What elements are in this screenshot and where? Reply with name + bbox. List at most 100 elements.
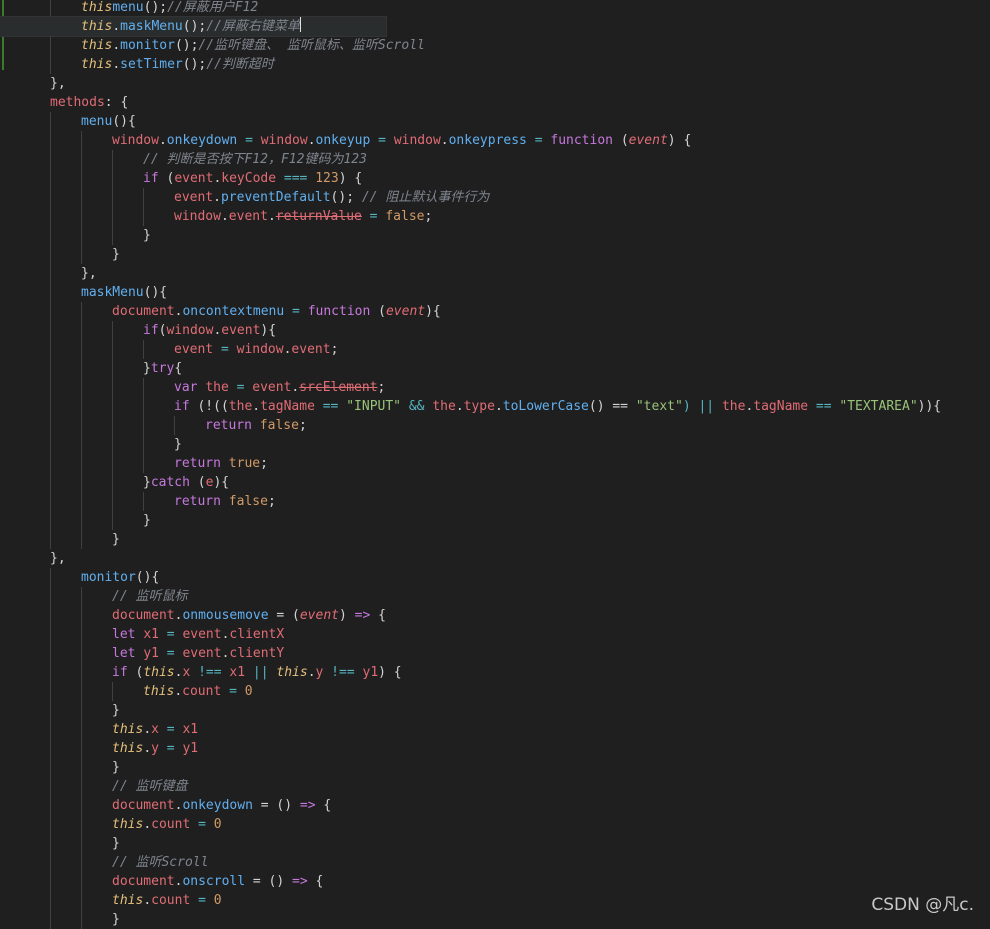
code-token: clientY [229,646,285,661]
code-token: }, [81,266,97,281]
code-line[interactable]: if(window.event){ [0,321,276,340]
code-token: type [463,399,495,414]
code-token: window [112,133,159,148]
code-line[interactable]: methods: { [0,93,128,112]
code-token: !== [190,665,230,680]
code-token: === [276,171,316,186]
code-token: event [291,342,331,357]
code-token: = [284,304,308,319]
watermark: CSDN @凡c. [871,895,974,915]
code-line[interactable]: } [0,910,120,929]
code-line[interactable]: this.monitor();//监听键盘、 监听鼠标、监听Scroll [0,36,425,55]
code-token: } [143,361,151,376]
code-line[interactable]: this.setTimer();//判断超时 [0,55,274,74]
code-token: ) { [667,133,692,148]
code-line[interactable]: if (event.keyCode === 123) { [0,169,362,188]
code-line[interactable]: event.preventDefault(); // 阻止默认事件行为 [0,188,489,207]
code-token: (){ [135,570,160,585]
code-line[interactable]: monitor(){ [0,568,159,587]
code-line[interactable]: return false; [0,492,276,511]
code-token: ){ [260,323,277,338]
code-token: () == [588,399,636,414]
code-token: setTimer [120,57,183,72]
code-line[interactable]: }, [0,264,97,283]
code-token: . [112,38,121,53]
code-line[interactable]: } [0,435,182,454]
code-line[interactable]: // 判断是否按下F12，F12键码为123 [0,150,367,169]
code-token: . [143,893,152,908]
code-token: = () [252,798,300,813]
code-line[interactable]: } [0,834,120,853]
code-token: . [307,665,316,680]
code-token: // 阻止默认事件行为 [361,190,490,205]
code-token: = [158,627,183,642]
code-line[interactable]: } [0,701,120,720]
code-token: = [221,684,245,699]
code-token: ( [127,665,144,680]
code-token: function [550,133,613,148]
code-line[interactable]: } [0,226,151,245]
code-token: keyCode [221,171,277,186]
code-line[interactable]: maskMenu(){ [0,283,167,302]
code-line[interactable]: thismenu();//屏蔽用户F12 [0,0,258,17]
code-token: this [143,665,175,680]
code-line[interactable]: } [0,530,120,549]
code-line[interactable]: }catch (e){ [0,473,229,492]
code-token: function [307,304,371,319]
code-line[interactable]: if (this.x !== x1 || this.y !== y1) { [0,663,402,682]
code-line[interactable]: // 监听Scroll [0,853,208,872]
code-line[interactable]: event = window.event; [0,340,338,359]
code-line[interactable]: // 监听鼠标 [0,587,187,606]
code-line[interactable]: document.onkeydown = () => { [0,796,331,815]
code-line[interactable]: document.oncontextmenu = function (event… [0,302,441,321]
code-token: ){ [425,304,441,319]
code-line[interactable]: var the = event.srcElement; [0,378,385,397]
code-token: false [228,494,268,509]
code-token: = [190,817,214,832]
code-token: document [112,874,175,889]
code-line[interactable]: } [0,245,120,264]
code-token: this [276,665,308,680]
code-token: 0 [213,893,222,908]
code-line[interactable]: this.count = 0 [0,891,222,910]
code-line[interactable]: menu(){ [0,112,136,131]
code-token: . [112,19,121,34]
code-token: event [182,627,222,642]
code-token: { [370,608,386,623]
code-line[interactable]: let x1 = event.clientX [0,625,284,644]
code-line[interactable]: }try{ [0,359,182,378]
code-editor[interactable]: thismenu();//屏蔽用户F12 this.maskMenu();//屏蔽… [0,0,990,929]
code-token: window [166,323,214,338]
code-line[interactable]: } [0,511,151,530]
code-token: maskMenu [120,19,183,34]
code-token: event [252,380,292,395]
code-line[interactable]: this.count = 0 [0,815,222,834]
code-line[interactable]: }, [0,549,66,568]
code-token: . [112,57,121,72]
code-line[interactable]: return false; [0,416,307,435]
code-line[interactable]: this.count = 0 [0,682,253,701]
code-line[interactable]: this.y = y1 [0,739,198,758]
code-line[interactable]: if (!((the.tagName == "INPUT" && the.typ… [0,397,941,416]
code-line[interactable]: let y1 = event.clientY [0,644,284,663]
code-token: the [721,399,746,414]
text-cursor [299,17,301,32]
code-token: => [292,874,308,889]
code-token: document [112,608,175,623]
code-token: . [267,209,276,224]
code-line[interactable]: this.maskMenu();//屏蔽右键菜单 [0,16,387,37]
code-line[interactable]: document.onmousemove = (event) => { [0,606,386,625]
code-token: ; [424,209,433,224]
code-token: . [158,133,167,148]
code-line[interactable]: }, [0,74,66,93]
code-token: the [228,399,253,414]
code-line[interactable]: // 监听键盘 [0,777,187,796]
code-line[interactable]: window.event.returnValue = false; [0,207,432,226]
code-token: } [143,475,151,490]
code-line[interactable]: document.onscroll = () => { [0,872,323,891]
code-line[interactable]: window.onkeydown = window.onkeyup = wind… [0,131,691,150]
code-line[interactable]: this.x = x1 [0,720,198,739]
code-line[interactable]: } [0,758,120,777]
code-line[interactable]: return true; [0,454,268,473]
